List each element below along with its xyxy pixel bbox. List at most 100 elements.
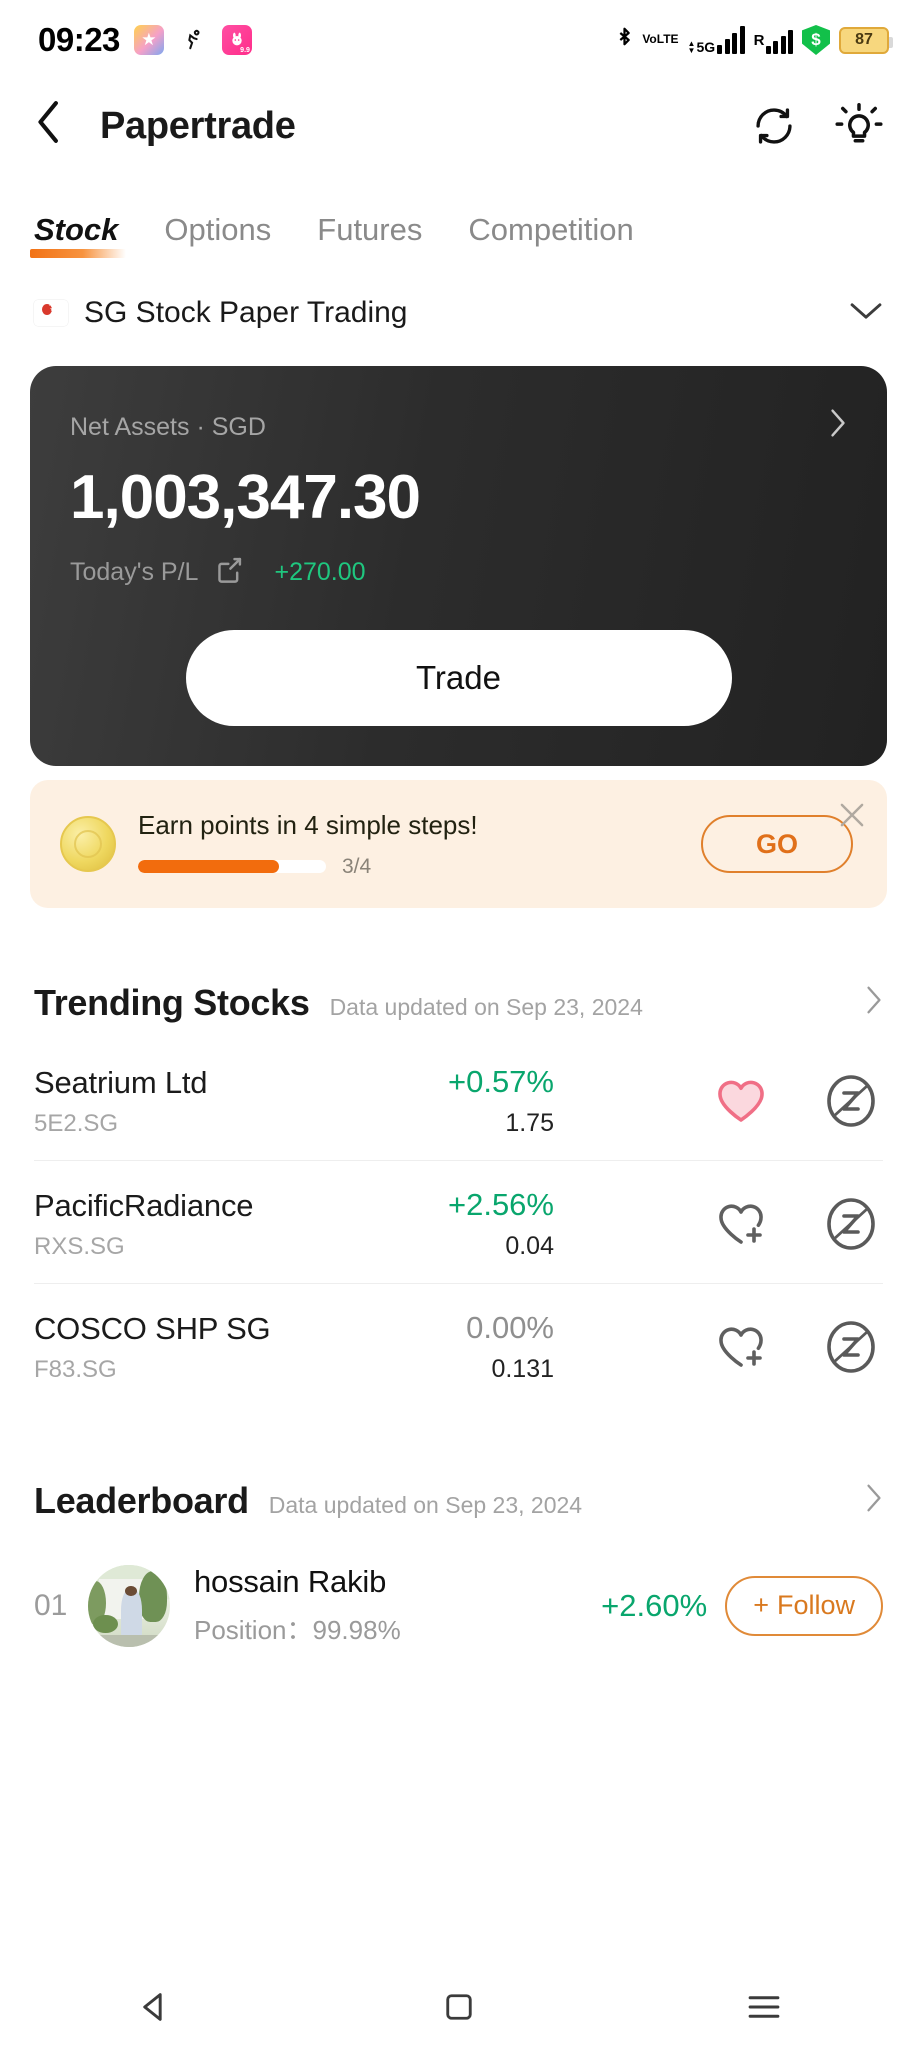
network-type-label: 5G	[696, 39, 716, 55]
running-app-icon	[177, 25, 208, 55]
todays-pl-row: Today's P/L +270.00	[70, 555, 847, 590]
stock-name: Seatrium Ltd	[34, 1064, 208, 1100]
stock-row-actions	[554, 1321, 883, 1373]
table-row[interactable]: COSCO SHP SG F83.SG 0.00% 0.131	[34, 1283, 883, 1406]
position-value: 99.98%	[312, 1615, 401, 1645]
pink-app-icon: 9.9	[221, 25, 252, 55]
stock-identity: COSCO SHP SG F83.SG	[34, 1311, 354, 1384]
refresh-icon[interactable]	[751, 103, 797, 149]
stock-numbers: +0.57% 1.75	[354, 1064, 554, 1138]
heart-plus-icon[interactable]	[715, 1200, 767, 1248]
todays-pl-label: Today's P/L	[70, 558, 199, 586]
leaderboard-position: Position：99.98%	[194, 1610, 601, 1647]
leaderboard-list: 01 hossain Rakib Position：99.98% +2.60% …	[0, 1546, 917, 1665]
stock-numbers: 0.00% 0.131	[354, 1310, 554, 1384]
tab-futures[interactable]: Futures	[317, 212, 422, 262]
todays-pl-value: +270.00	[274, 558, 366, 586]
trade-z-icon[interactable]	[825, 1075, 877, 1127]
stock-name: PacificRadiance	[34, 1187, 254, 1223]
category-tabs: Stock Options Futures Competition	[0, 172, 917, 262]
singapore-flag-icon: ★★ ★	[34, 300, 68, 326]
stock-identity: Seatrium Ltd 5E2.SG	[34, 1065, 354, 1138]
system-back-button[interactable]	[137, 1990, 171, 2029]
chevron-right-icon[interactable]	[829, 408, 847, 446]
bluetooth-icon	[616, 26, 633, 54]
net-assets-label: Net Assets · SGD	[70, 412, 266, 441]
trade-z-icon[interactable]	[825, 1321, 877, 1373]
share-icon[interactable]	[214, 555, 244, 590]
data-arrows-icon: ▲ ▼	[687, 39, 696, 55]
chevron-right-icon[interactable]	[865, 1483, 883, 1520]
signal-bars-primary	[717, 26, 745, 54]
stock-symbol: F83.SG	[34, 1355, 117, 1383]
stock-numbers: +2.56% 0.04	[354, 1187, 554, 1261]
trending-stocks-subtitle: Data updated on Sep 23, 2024	[329, 994, 643, 1020]
promo-title: Earn points in 4 simple steps!	[138, 809, 478, 840]
stock-name: COSCO SHP SG	[34, 1310, 271, 1346]
promo-progress: 3/4	[138, 855, 701, 879]
chevron-down-icon[interactable]	[849, 298, 883, 329]
card-header: Net Assets · SGD	[70, 408, 847, 446]
trending-stocks-header[interactable]: Trending Stocks Data updated on Sep 23, …	[0, 982, 917, 1024]
position-label: Position：	[194, 1615, 313, 1645]
plus-icon: +	[753, 1590, 769, 1620]
page-title: Papertrade	[100, 104, 296, 147]
system-home-button[interactable]	[444, 1992, 474, 2027]
close-icon[interactable]	[839, 802, 865, 832]
trending-stocks-list: Seatrium Ltd 5E2.SG +0.57% 1.75 PacificR…	[0, 1038, 917, 1406]
pink-app-badge: 9.9	[240, 47, 250, 54]
table-row[interactable]: PacificRadiance RXS.SG +2.56% 0.04	[34, 1160, 883, 1283]
lightbulb-icon[interactable]	[835, 102, 883, 150]
stock-price: 0.04	[505, 1232, 554, 1260]
stock-symbol: 5E2.SG	[34, 1109, 119, 1137]
status-bar-left: 09:23 ★ 9.9	[38, 21, 252, 59]
progress-text: 3/4	[342, 854, 372, 878]
heart-filled-icon[interactable]	[715, 1077, 767, 1125]
leaderboard-rank: 01	[34, 1588, 68, 1622]
status-bar: 09:23 ★ 9.9 Vo LTE ▲ ▼ 5G R $ 87	[0, 0, 917, 80]
tab-stock[interactable]: Stock	[29, 212, 127, 262]
stock-change: +0.57%	[447, 1064, 554, 1099]
signal-bars-secondary	[765, 26, 793, 54]
coin-icon	[60, 816, 116, 872]
tab-options[interactable]: Options	[164, 212, 271, 262]
volte-icon: Vo LTE	[642, 32, 679, 47]
tab-competition[interactable]: Competition	[468, 212, 633, 262]
header-actions	[751, 102, 883, 150]
follow-button[interactable]: + Follow	[725, 1575, 883, 1636]
stock-row-actions	[554, 1075, 883, 1127]
leaderboard-title: Leaderboard	[34, 1480, 249, 1521]
system-recents-button[interactable]	[747, 1992, 781, 2027]
stock-symbol: RXS.SG	[34, 1232, 125, 1260]
leaderboard-subtitle: Data updated on Sep 23, 2024	[268, 1492, 583, 1518]
promo-content: Earn points in 4 simple steps! 3/4	[138, 810, 701, 879]
table-row[interactable]: Seatrium Ltd 5E2.SG +0.57% 1.75	[34, 1038, 883, 1160]
back-button[interactable]	[34, 98, 80, 154]
stock-change: 0.00%	[466, 1310, 554, 1345]
shield-icon: $	[802, 25, 830, 55]
stock-change: +2.56%	[447, 1187, 554, 1222]
trending-stocks-title: Trending Stocks	[34, 982, 310, 1023]
account-selector[interactable]: ★★ ★ SG Stock Paper Trading	[0, 262, 917, 330]
trade-z-icon[interactable]	[825, 1198, 877, 1250]
promo-banner[interactable]: Earn points in 4 simple steps! 3/4 GO	[30, 780, 887, 908]
chevron-right-icon[interactable]	[865, 985, 883, 1022]
stock-price: 0.131	[491, 1355, 554, 1383]
promo-go-button[interactable]: GO	[701, 815, 853, 873]
list-item[interactable]: 01 hossain Rakib Position：99.98% +2.60% …	[34, 1546, 883, 1665]
system-navigation-bar	[0, 1970, 917, 2048]
heart-plus-icon[interactable]	[715, 1323, 767, 1371]
flag-stars: ★★ ★	[48, 302, 59, 313]
trade-button[interactable]: Trade	[185, 630, 732, 726]
leaderboard-username: hossain Rakib	[194, 1564, 387, 1599]
leaderboard-header[interactable]: Leaderboard Data updated on Sep 23, 2024	[0, 1480, 917, 1522]
status-time: 09:23	[38, 21, 120, 58]
roaming-label: R	[753, 31, 765, 49]
app-header: Papertrade	[0, 80, 917, 172]
stock-price: 1.75	[505, 1109, 554, 1137]
avatar[interactable]	[88, 1564, 170, 1647]
net-assets-card[interactable]: Net Assets · SGD 1,003,347.30 Today's P/…	[30, 366, 887, 766]
net-assets-value: 1,003,347.30	[70, 463, 421, 532]
stock-row-actions	[554, 1198, 883, 1250]
progress-bar	[138, 860, 326, 873]
